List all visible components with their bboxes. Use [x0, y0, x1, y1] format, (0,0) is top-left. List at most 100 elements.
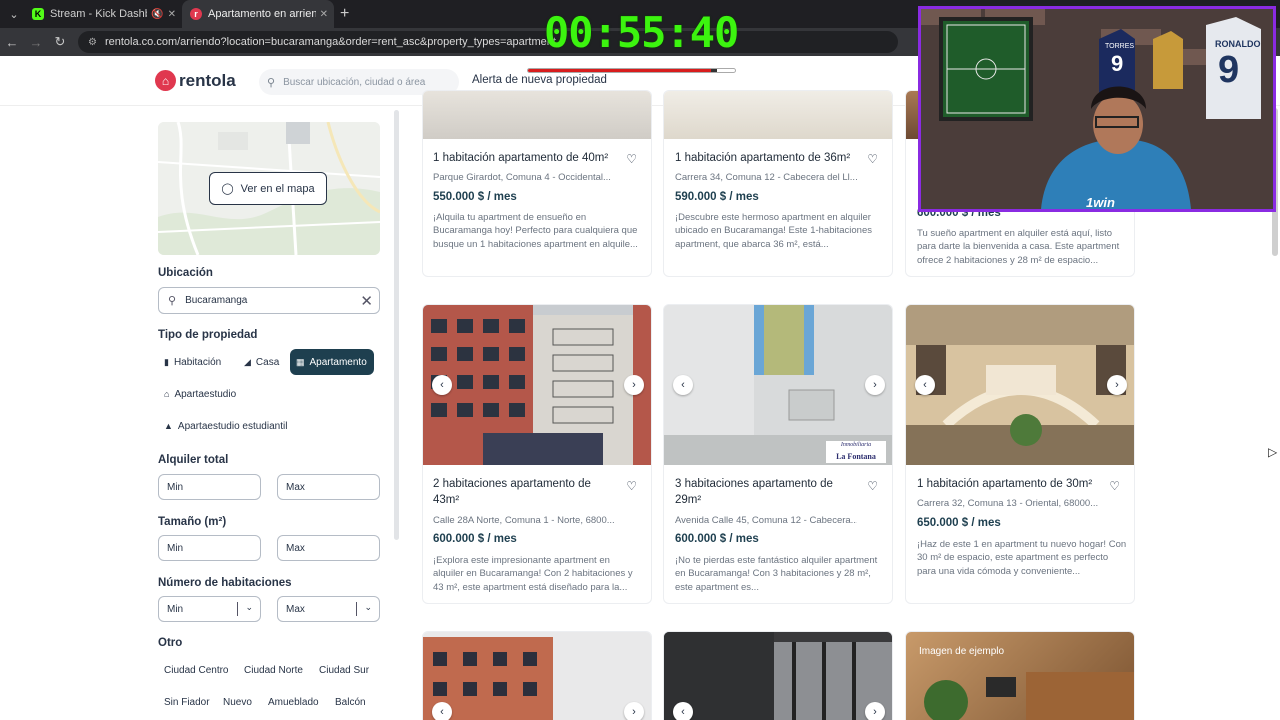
house-facade-photo: [906, 305, 1134, 465]
prev-photo-chevron-left-icon[interactable]: ‹: [673, 702, 693, 720]
reload-icon[interactable]: ↻: [48, 34, 72, 50]
chip-habitacion[interactable]: ▮ Habitación: [158, 350, 228, 374]
forward-arrow-icon[interactable]: →: [24, 35, 48, 50]
listing-card[interactable]: ‹ ›: [422, 631, 652, 720]
chip-casa[interactable]: ◢ Casa: [238, 350, 286, 374]
listing-card[interactable]: ‹ › 2 habitaciones apartamento de 43m² ♡…: [422, 304, 652, 604]
placeholder: Min: [167, 481, 184, 493]
rent-min-input[interactable]: Min: [158, 474, 261, 500]
clear-location-icon[interactable]: ✕: [360, 292, 373, 310]
favorite-heart-icon[interactable]: ♡: [626, 479, 637, 493]
next-photo-chevron-right-icon[interactable]: ›: [624, 702, 644, 720]
prev-photo-chevron-left-icon[interactable]: ‹: [432, 375, 452, 395]
tab-title: Stream - Kick Dashboard: [50, 8, 147, 20]
tag-amueblado[interactable]: Amueblado: [262, 691, 325, 713]
view-on-map-button[interactable]: ◯ Ver en el mapa: [209, 172, 327, 205]
next-photo-chevron-right-icon[interactable]: ›: [865, 375, 885, 395]
chip-label: Casa: [255, 356, 280, 368]
rentola-favicon-icon: r: [190, 8, 202, 20]
jersey-number-2: 9: [1111, 51, 1124, 76]
search-icon: ⚲: [267, 76, 276, 89]
tab-close-icon[interactable]: ✕: [320, 9, 328, 20]
listing-card[interactable]: 1 habitación apartamento de 36m² ♡ Carre…: [663, 90, 893, 277]
next-photo-chevron-right-icon[interactable]: ›: [624, 375, 644, 395]
logo-text: rentola: [179, 70, 236, 90]
prev-photo-chevron-left-icon[interactable]: ‹: [915, 375, 935, 395]
back-arrow-icon[interactable]: ←: [0, 35, 24, 50]
favorite-heart-icon[interactable]: ♡: [867, 479, 878, 493]
tag-ciudad-centro[interactable]: Ciudad Centro: [158, 659, 234, 681]
next-photo-chevron-right-icon[interactable]: ›: [865, 702, 885, 720]
favorite-heart-icon[interactable]: ♡: [626, 152, 637, 166]
listing-photo[interactable]: [664, 632, 892, 720]
tag-sin-fiador[interactable]: Sin Fiador: [158, 691, 216, 713]
tag-balcon[interactable]: Balcón: [329, 691, 372, 713]
size-max-input[interactable]: Max: [277, 535, 380, 561]
favorite-heart-icon[interactable]: ♡: [867, 152, 878, 166]
listing-photo[interactable]: [423, 91, 651, 139]
rent-max-input[interactable]: Max: [277, 474, 380, 500]
tab-close-icon[interactable]: ✕: [168, 9, 176, 20]
listing-title[interactable]: 3 habitaciones apartamento de 29m²: [675, 476, 855, 508]
location-value: Bucaramanga: [185, 295, 248, 306]
url-field[interactable]: ⚙ rentola.co.com/arriendo?location=bucar…: [78, 31, 898, 53]
new-tab-button[interactable]: +: [340, 5, 349, 23]
prev-photo-chevron-left-icon[interactable]: ‹: [432, 702, 452, 720]
listing-description: ¡Alquila tu apartment de ensueño en Buca…: [433, 212, 638, 250]
location-input[interactable]: ⚲ Bucaramanga ✕: [158, 287, 380, 314]
listing-title[interactable]: 1 habitación apartamento de 30m²: [917, 476, 1097, 492]
sidebar-scrollbar[interactable]: [394, 110, 399, 540]
tag-ciudad-norte[interactable]: Ciudad Norte: [238, 659, 309, 681]
listing-title[interactable]: 2 habitaciones apartamento de 43m²: [433, 476, 613, 508]
listing-photo[interactable]: Inmobiliaria La Fontana: [664, 305, 892, 465]
url-text: rentola.co.com/arriendo?location=bucaram…: [104, 36, 556, 48]
chip-apartamento[interactable]: ▦ Apartamento: [290, 349, 374, 375]
listing-photo[interactable]: [423, 632, 651, 720]
listing-price: 650.000 $ / mes: [917, 517, 1001, 529]
listing-photo[interactable]: [906, 305, 1134, 465]
tab-title: Apartamento en arriendo en Bu: [208, 8, 316, 20]
chip-apartaestudio[interactable]: ⌂ Apartaestudio: [158, 382, 243, 406]
room-icon: ▮: [164, 356, 169, 367]
listing-description: ¡Explora este impresionante apartment en…: [433, 555, 633, 593]
site-settings-icon[interactable]: ⚙: [88, 37, 97, 48]
listing-address: Calle 28A Norte, Comuna 1 - Norte, 6800.…: [433, 515, 615, 526]
rentola-logo[interactable]: ⌂ rentola: [155, 70, 236, 91]
tag-nuevo[interactable]: Nuevo: [217, 691, 258, 713]
map-preview[interactable]: ◯ Ver en el mapa: [158, 122, 380, 255]
brick-building-photo: [423, 632, 651, 720]
tab-kick-dashboard[interactable]: K Stream - Kick Dashboard 🔇 ✕: [24, 0, 182, 28]
favorite-heart-icon[interactable]: ♡: [1109, 479, 1120, 493]
select-divider: [356, 602, 357, 616]
tab-rentola[interactable]: r Apartamento en arriendo en Bu ✕: [182, 0, 334, 28]
prev-photo-chevron-left-icon[interactable]: ‹: [673, 375, 693, 395]
next-photo-chevron-right-icon[interactable]: ›: [1107, 375, 1127, 395]
progress-fill: [528, 69, 715, 72]
map-icon: ◯: [221, 183, 234, 195]
listing-photo[interactable]: [664, 91, 892, 139]
rooms-min-select[interactable]: Min ⌄: [158, 596, 261, 622]
rooms-max-select[interactable]: Max ⌄: [277, 596, 380, 622]
tab-search-icon[interactable]: ⌄: [4, 4, 24, 24]
stream-timer: 00:55:40: [544, 8, 739, 57]
muted-audio-icon[interactable]: 🔇: [151, 9, 163, 20]
listing-card[interactable]: Inmobiliaria La Fontana ‹ › 3 habitacion…: [663, 304, 893, 604]
view-on-map-label: Ver en el mapa: [240, 182, 315, 195]
size-min-input[interactable]: Min: [158, 535, 261, 561]
listing-photo[interactable]: Imagen de ejemplo: [906, 632, 1134, 720]
placeholder: Max: [286, 542, 305, 554]
listing-card[interactable]: ‹ ›: [663, 631, 893, 720]
other-title: Otro: [158, 637, 183, 649]
listing-card[interactable]: ‹ › 1 habitación apartamento de 30m² ♡ C…: [905, 304, 1135, 604]
listing-card[interactable]: 1 habitación apartamento de 40m² ♡ Parqu…: [422, 90, 652, 277]
listing-card[interactable]: Imagen de ejemplo: [905, 631, 1135, 720]
listing-description: Tu sueño apartment en alquiler está aquí…: [917, 228, 1120, 266]
select-divider: [237, 602, 238, 616]
listing-photo[interactable]: [423, 305, 651, 465]
chip-apartaestudio-estudiantil[interactable]: ▲ Apartaestudio estudiantil: [158, 414, 294, 438]
listing-address: Carrera 32, Comuna 13 - Oriental, 68000.…: [917, 498, 1099, 509]
listing-title[interactable]: 1 habitación apartamento de 36m²: [675, 150, 855, 166]
listing-title[interactable]: 1 habitación apartamento de 40m²: [433, 150, 613, 166]
tag-ciudad-sur[interactable]: Ciudad Sur: [313, 659, 375, 681]
new-property-alert-link[interactable]: Alerta de nueva propiedad: [472, 74, 607, 86]
